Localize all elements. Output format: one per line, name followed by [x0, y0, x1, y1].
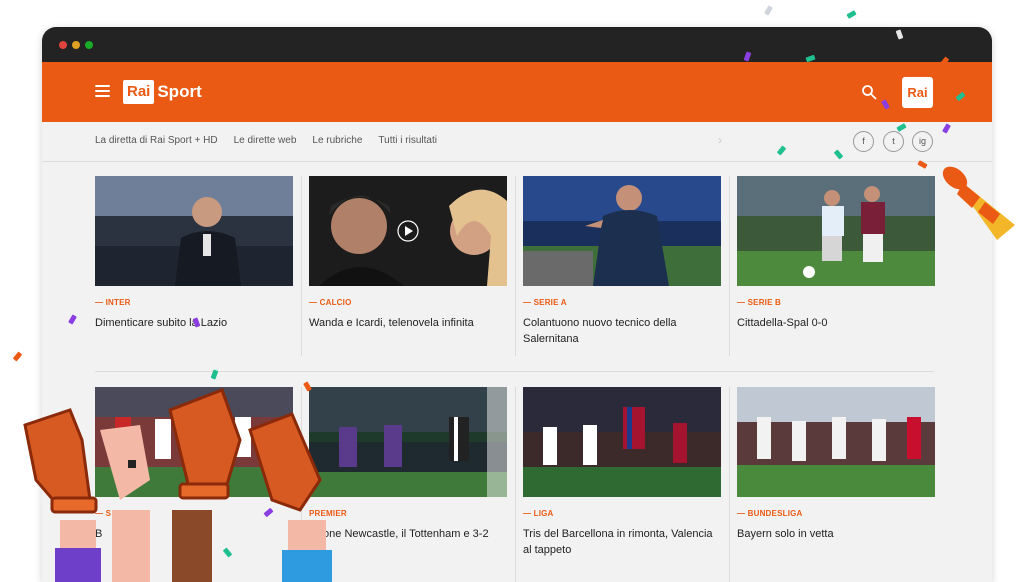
browser-titlebar [42, 27, 992, 62]
maximize-window-button[interactable] [85, 41, 93, 49]
close-window-button[interactable] [59, 41, 67, 49]
brand-sport-label: Sport [157, 82, 202, 101]
site-header: Rai Sport Rai [42, 62, 992, 122]
party-popper-icon [942, 166, 1015, 240]
article-category[interactable]: — SERIE A [523, 298, 567, 307]
article-thumbnail[interactable] [523, 387, 721, 497]
search-icon[interactable] [861, 84, 877, 100]
column-divider [729, 387, 730, 582]
article-category[interactable]: — BUNDESLIGA [737, 509, 803, 518]
brand-rai-label: Rai [123, 80, 155, 104]
confetti-piece [764, 5, 773, 16]
article-thumbnail[interactable] [737, 176, 935, 286]
chevron-right-icon[interactable]: › [718, 133, 722, 147]
article-category[interactable]: — LIGA [523, 509, 554, 518]
article-category[interactable]: — SERIE B [737, 298, 781, 307]
article-thumbnail[interactable] [309, 176, 507, 286]
article-title[interactable]: Dimenticare subito la Lazio [95, 315, 291, 331]
article-title[interactable]: Cittadella-Spal 0-0 [737, 315, 933, 331]
article-thumbnail[interactable] [737, 387, 935, 497]
article-category[interactable]: — CALCIO [309, 298, 352, 307]
column-divider [729, 176, 730, 356]
minimize-window-button[interactable] [72, 41, 80, 49]
confetti-piece [846, 10, 857, 19]
instagram-icon[interactable]: ig [912, 131, 933, 152]
subnav-link-rubriche[interactable]: Le rubriche [312, 135, 362, 146]
article-title[interactable]: Colantuono nuovo tecnico della Salernita… [523, 315, 719, 347]
foam-finger-hands-icon [23, 388, 332, 582]
article-title[interactable]: Bayern solo in vetta [737, 526, 933, 542]
rai-logo[interactable]: Rai [902, 77, 933, 108]
article-thumbnail[interactable] [523, 176, 721, 286]
column-divider [301, 176, 302, 356]
subnav-link-dirette-web[interactable]: Le dirette web [234, 135, 297, 146]
sub-navigation: La diretta di Rai Sport + HD Le dirette … [42, 122, 992, 162]
raisport-logo[interactable]: Rai Sport [123, 78, 202, 106]
article-title[interactable]: Tris del Barcellona in rimonta, Valencia… [523, 526, 719, 558]
twitter-icon[interactable]: t [883, 131, 904, 152]
article-title[interactable]: Wanda e Icardi, telenovela infinita [309, 315, 505, 331]
confetti-piece [12, 351, 23, 362]
subnav-link-diretta[interactable]: La diretta di Rai Sport + HD [95, 135, 218, 146]
subnav-link-risultati[interactable]: Tutti i risultati [378, 135, 437, 146]
article-thumbnail[interactable] [95, 176, 293, 286]
article-category[interactable]: — INTER [95, 298, 131, 307]
screenshot-stage: Rai Sport Rai La diretta di Rai Sport + … [0, 0, 1024, 582]
column-divider [515, 176, 516, 356]
facebook-icon[interactable]: f [853, 131, 874, 152]
hamburger-menu-icon[interactable] [95, 85, 110, 97]
column-divider [515, 387, 516, 582]
